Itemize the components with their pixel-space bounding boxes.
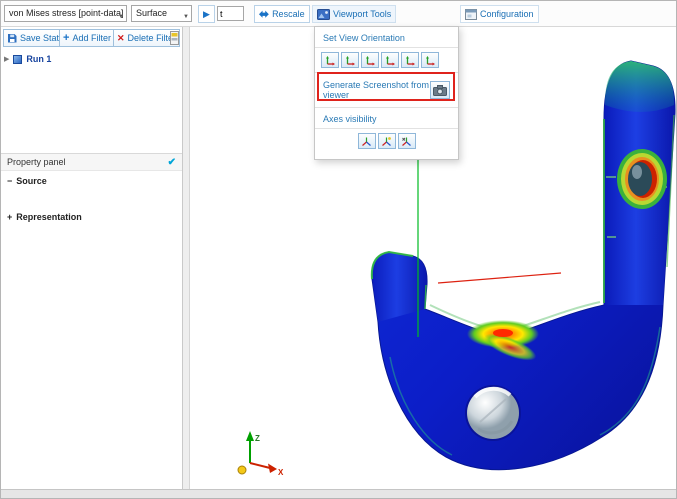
configuration-icon — [465, 9, 477, 20]
view-minus-z-button[interactable] — [421, 52, 439, 68]
screenshot-camera-button[interactable] — [430, 81, 450, 99]
triad-icon — [401, 136, 412, 147]
rescale-arrows-icon: ⬌ — [259, 8, 269, 20]
rescale-button[interactable]: ⬌ Rescale — [254, 5, 310, 23]
field-select[interactable]: von Mises stress [point-data] ▼ — [4, 5, 127, 22]
expand-plus-icon: + — [7, 212, 12, 222]
add-filter-label: Add Filter — [72, 33, 111, 43]
view-plus-z-button[interactable] — [401, 52, 419, 68]
axis-icon — [425, 55, 436, 66]
source-section-label: Source — [16, 176, 47, 186]
generate-screenshot-label: Generate Screenshot from viewer — [323, 80, 430, 100]
axis-z-label: Z — [255, 434, 260, 443]
delete-filter-label: Delete Filter — [128, 33, 177, 43]
viewport-tools-panel: Set View Orientation Generate Screenshot… — [314, 26, 459, 160]
horizontal-scrollbar[interactable] — [1, 489, 676, 498]
axis-icon — [405, 55, 416, 66]
probe-line-horizontal — [438, 273, 561, 283]
property-panel-header[interactable]: Property panel ✔ — [1, 153, 182, 171]
rescale-label: Rescale — [272, 9, 305, 19]
axis-icon — [385, 55, 396, 66]
save-icon — [7, 33, 17, 43]
left-sidebar: Save State + Add Filter ✕ Delete Filter … — [1, 27, 183, 489]
check-icon: ✔ — [168, 157, 176, 168]
time-step-input[interactable] — [217, 6, 244, 21]
property-panel-label: Property panel — [7, 157, 66, 167]
triad-icon — [361, 136, 372, 147]
viewport-tools-icon — [317, 9, 330, 20]
viewport-tools-label: Viewport Tools — [333, 9, 391, 19]
axis-icon — [345, 55, 356, 66]
axis-y-sphere — [238, 466, 246, 474]
triad-icon — [381, 136, 392, 147]
representation-section-header[interactable]: + Representation — [7, 212, 82, 222]
view-minus-x-button[interactable] — [341, 52, 359, 68]
run-label: Run 1 — [26, 54, 51, 64]
view-minus-y-button[interactable] — [381, 52, 399, 68]
save-state-label: Save State — [20, 33, 64, 43]
application-window: von Mises stress [point-data] ▼ Surface … — [0, 0, 677, 499]
vertical-scrollbar[interactable] — [183, 27, 190, 489]
base-hole — [465, 385, 521, 441]
tree-item-run1[interactable]: ▶ Run 1 — [4, 51, 179, 67]
dropdown-arrow-icon: ▼ — [118, 10, 124, 22]
axis-x-label: X — [278, 468, 284, 477]
representation-select[interactable]: Surface ▼ — [131, 5, 192, 22]
field-select-value: von Mises stress [point-data] — [9, 8, 124, 18]
axis-icon — [365, 55, 376, 66]
tree-expander-icon: ▶ — [4, 55, 9, 63]
play-button[interactable]: ▶ — [198, 5, 215, 23]
top-toolbar: von Mises stress [point-data] ▼ Surface … — [1, 1, 676, 27]
plus-icon: + — [63, 33, 69, 44]
dropdown-arrow-icon: ▼ — [183, 10, 189, 22]
play-icon: ▶ — [203, 10, 210, 19]
view-orientation-row — [315, 48, 458, 72]
axis-icon — [325, 55, 336, 66]
configuration-button[interactable]: Configuration — [460, 5, 539, 23]
viewport-tools-button[interactable]: Viewport Tools — [312, 5, 396, 23]
collapse-minus-icon: − — [7, 176, 12, 186]
axes-visibility-label: Axes visibility — [315, 108, 458, 128]
source-section-header[interactable]: − Source — [7, 176, 47, 186]
axes-grid-toggle-button[interactable] — [378, 133, 396, 149]
generate-screenshot-row: Generate Screenshot from viewer — [315, 73, 458, 107]
axes-triad-toggle-button[interactable] — [358, 133, 376, 149]
delete-x-icon: ✕ — [117, 34, 125, 43]
color-legend-icon[interactable] — [170, 31, 179, 45]
axes-triad: Z X — [238, 431, 284, 477]
set-view-orientation-label: Set View Orientation — [315, 27, 458, 47]
representation-select-value: Surface — [136, 8, 167, 18]
axes-labels-toggle-button[interactable] — [398, 133, 416, 149]
view-plus-y-button[interactable] — [361, 52, 379, 68]
run-cube-icon — [13, 55, 22, 64]
arm-hole — [617, 149, 667, 209]
camera-icon — [433, 85, 447, 96]
axes-visibility-row — [315, 129, 458, 153]
configuration-label: Configuration — [480, 9, 534, 19]
representation-section-label: Representation — [16, 212, 82, 222]
view-plus-x-button[interactable] — [321, 52, 339, 68]
add-filter-button[interactable]: + Add Filter — [59, 29, 115, 47]
